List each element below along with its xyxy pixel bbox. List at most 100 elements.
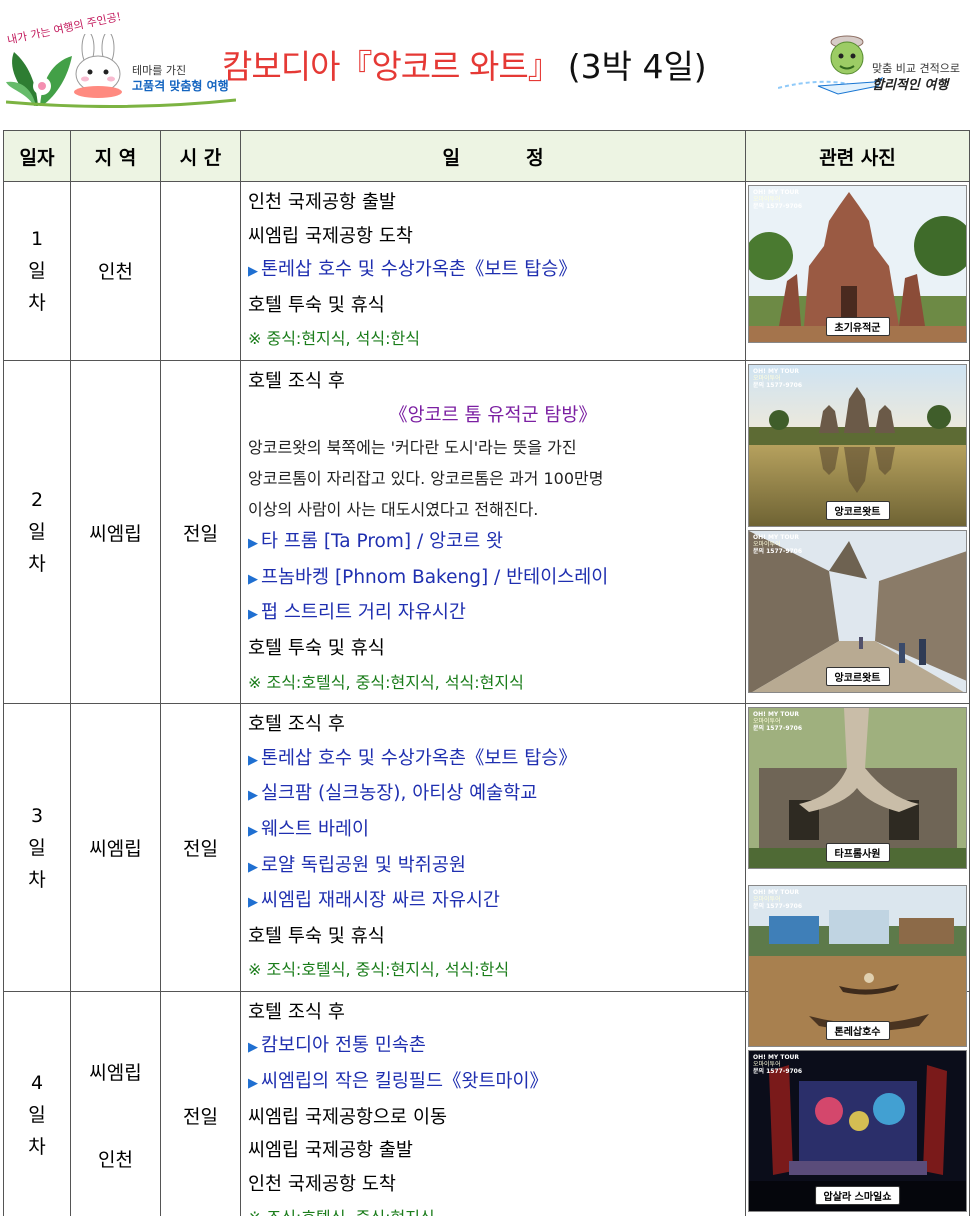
schedule-item: ▶ 프놈바켕 [Phnom Bakeng] / 반테이스레이: [248, 561, 738, 597]
day-label: 일: [28, 259, 46, 282]
schedule-item-text: 씨엠립 재래시장 싸르 자유시간: [261, 890, 500, 912]
watermark-phone: 문의 1577-9706: [753, 1067, 803, 1075]
schedule-line: 인천 국제공항 출발: [248, 192, 396, 213]
photo-cell: OH! MY TOUR 오마이투어 문의 1577-9706 초기유적군: [745, 181, 970, 361]
schedule-cell: 호텔 조식 후 ▶ 톤레삽 호수 및 수상가옥촌《보트 탑승》 ▶ 실크팜 (실크농…: [240, 703, 746, 992]
schedule-item: ▶ 톤레삽 호수 및 수상가옥촌《보트 탑승》: [248, 253, 738, 289]
schedule-item: ▶ 톤레삽 호수 및 수상가옥촌《보트 탑승》: [248, 742, 738, 778]
schedule-item: ▶ 실크팜 (실크농장), 아티상 예술학교: [248, 777, 738, 813]
watermark-phone: 문의 1577-9706: [753, 725, 803, 733]
watermark-phone: 문의 1577-9706: [753, 203, 803, 210]
schedule-item: ▶ 타 프롬 [Ta Prom] / 앙코르 왓: [248, 525, 738, 561]
schedule-line: 호텔 투숙 및 휴식: [248, 925, 385, 947]
triangle-bullet-icon: ▶: [248, 1076, 258, 1092]
bunny-mascot-icon: [74, 34, 122, 98]
meal-note: ※ 조식:호텔식, 중식:현지식, 석식:한식: [248, 960, 510, 980]
schedule-item-text: 로얄 독립공원 및 박쥐공원: [261, 854, 466, 876]
schedule-item-text: 프놈바켕 [Phnom Bakeng] / 반테이스레이: [261, 566, 609, 588]
photo-caption: 앙코르왓트: [825, 666, 890, 686]
meal-note: ※ 조식:호텔식, 중식:현지식, 석식:현지식: [248, 672, 524, 692]
schedule-item: ▶ 씨엠립의 작은 킬링필드《왓트마이》: [248, 1065, 738, 1101]
watermark-sub: 오마이투어: [753, 1060, 781, 1068]
watermark-sub: 오마이투어: [753, 895, 781, 903]
angkor-reflection-photo: OH! MY TOUR 오마이투어 문의 1577-9706 앙코르왓트: [748, 363, 967, 527]
day-label: 일: [28, 836, 46, 859]
time-cell: 전일: [160, 703, 241, 992]
photo-caption: 초기유적군: [825, 317, 890, 336]
table-row: 1 일 차 인천 인천 국제공항 출발 씨엠립 국제공항 도착 ▶ 톤레삽 호수 …: [3, 181, 970, 361]
schedule-line: 씨엠립 국제공항 출발: [248, 1140, 413, 1162]
triangle-bullet-icon: ▶: [248, 823, 258, 839]
header-schedule: 일 정: [240, 130, 746, 182]
watermark-brand: OH! MY TOUR: [753, 1053, 800, 1061]
temple-photo: OH! MY TOUR 오마이투어 문의 1577-9706 초기유적군: [748, 185, 967, 343]
triangle-bullet-icon: ▶: [248, 895, 258, 911]
area-cell: 씨엠립: [70, 359, 161, 705]
corridor-photo: OH! MY TOUR 오마이투어 문의 1577-9706 앙코르왓트: [748, 529, 967, 693]
meal-note: ※ 중식:현지식, 석식:한식: [248, 329, 420, 349]
swoosh-decoration: [6, 98, 236, 108]
watermark-brand: OH! MY TOUR: [753, 533, 800, 541]
schedule-description: 이상의 사람이 사는 대도시였다고 전해진다.: [248, 500, 539, 520]
photo-caption: 톤레삽호수: [825, 1020, 890, 1040]
photo-caption: 압살라 스마일쇼: [814, 1185, 901, 1205]
schedule-cell: 호텔 조식 후 《앙코르 톰 유적군 탐방》 앙코르왓의 북쪽에는 '커다란 도…: [240, 359, 746, 705]
right-logo-slogan: 합리적인 여행: [872, 78, 949, 93]
schedule-item-text: 톤레삽 호수 및 수상가옥촌《보트 탑승》: [261, 747, 577, 769]
day-number: 3: [30, 804, 44, 827]
title-main: 캄보디아『앙코르 와트』: [222, 47, 561, 86]
left-logo-slogan: 고품격 맞춤형 여행: [132, 79, 229, 93]
time-cell: [160, 181, 241, 361]
day-number: 4: [30, 1072, 44, 1095]
schedule-item-text: 펍 스트리트 거리 자유시간: [261, 602, 466, 624]
triangle-bullet-icon: ▶: [248, 788, 258, 804]
triangle-bullet-icon: ▶: [248, 264, 258, 280]
schedule-cell: 인천 국제공항 출발 씨엠립 국제공항 도착 ▶ 톤레삽 호수 및 수상가옥촌《보…: [240, 181, 746, 361]
watermark-brand: OH! MY TOUR: [753, 189, 800, 196]
watermark-phone: 문의 1577-9706: [753, 902, 803, 910]
left-logo-tagline: 테마를 가진: [132, 64, 187, 77]
day-cell: 1 일 차: [3, 181, 71, 361]
schedule-item: ▶ 씨엠립 재래시장 싸르 자유시간: [248, 884, 738, 920]
watermark-phone: 문의 1577-9706: [753, 381, 803, 389]
photo-cell: OH! MY TOUR 오마이투어 문의 1577-9706 앙코르왓트 OH! M…: [745, 359, 970, 705]
watermark-phone: 문의 1577-9706: [753, 547, 803, 555]
itinerary-table: 일자 지 역 시 간 일 정 관련 사진 1 일 차 인천 인천 국제공항 출발…: [3, 130, 970, 1216]
schedule-highlight: 《앙코르 톰 유적군 탐방》: [389, 404, 597, 426]
schedule-item: ▶ 웨스트 바레이: [248, 813, 738, 849]
schedule-cell: 호텔 조식 후 ▶ 캄보디아 전통 민속촌 ▶ 씨엠립의 작은 킬링필드《왓트마이》…: [240, 990, 746, 1216]
header-time: 시 간: [160, 130, 241, 182]
schedule-line: 호텔 조식 후: [248, 714, 345, 736]
stage-show-photo: OH! MY TOUR 오마이투어 문의 1577-9706 압살라 스마일쇼: [748, 1049, 967, 1212]
triangle-bullet-icon: ▶: [248, 571, 258, 587]
schedule-item-text: 톤레삽 호수 및 수상가옥촌《보트 탑승》: [261, 259, 577, 281]
schedule-item: ▶ 캄보디아 전통 민속촌: [248, 1029, 738, 1065]
triangle-bullet-icon: ▶: [248, 607, 258, 623]
time-cell: 전일: [160, 359, 241, 705]
triangle-bullet-icon: ▶: [248, 859, 258, 875]
watermark-sub: 오마이투어: [753, 196, 781, 203]
time-cell: 전일: [160, 990, 241, 1216]
triangle-bullet-icon: ▶: [248, 536, 258, 552]
schedule-line: 호텔 투숙 및 휴식: [248, 637, 385, 659]
schedule-item-text: 웨스트 바레이: [261, 818, 370, 840]
page-title: 캄보디아『앙코르 와트』 (3박 4일): [222, 40, 707, 90]
watermark: OH! MY TOUR 오마이투어 문의 1577-9706: [753, 711, 802, 732]
header-area: 지 역: [70, 130, 161, 182]
day-label: 차: [28, 291, 46, 314]
schedule-line: 인천 국제공항 도착: [248, 1173, 396, 1195]
tree-ruins-photo: OH! MY TOUR 오마이투어 문의 1577-9706 타프롬사원: [748, 707, 967, 870]
meal-note: ※ 조식:호텔식, 중식:현지식: [248, 1201, 738, 1216]
photo-caption: 앙코르왓트: [825, 500, 890, 520]
left-logo: 내가 가는 여행의 주인공! 테마를 가진 고품격 맞춤형 여행: [6, 10, 236, 108]
header-photos: 관련 사진: [745, 130, 970, 182]
watermark-sub: 오마이투어: [753, 374, 781, 382]
floating-village-photo: OH! MY TOUR 오마이투어 문의 1577-9706 톤레삽호수: [748, 884, 967, 1047]
day-cell: 3 일 차: [3, 703, 71, 992]
schedule-item-text: 실크팜 (실크농장), 아티상 예술학교: [261, 783, 538, 805]
table-row: 4 일 차 씨엠립 인천 전일 호텔 조식 후 ▶ 캄보디아 전통 민속촌 ▶ 씨엠…: [3, 884, 970, 1216]
watermark: OH! MY TOUR 오마이투어 문의 1577-9706: [753, 368, 802, 389]
page-header: 내가 가는 여행의 주인공! 테마를 가진 고품격 맞춤형 여행 캄보디아『앙코…: [0, 0, 970, 118]
day-number: 2: [30, 489, 44, 512]
area-name: 씨엠립: [89, 1062, 142, 1085]
